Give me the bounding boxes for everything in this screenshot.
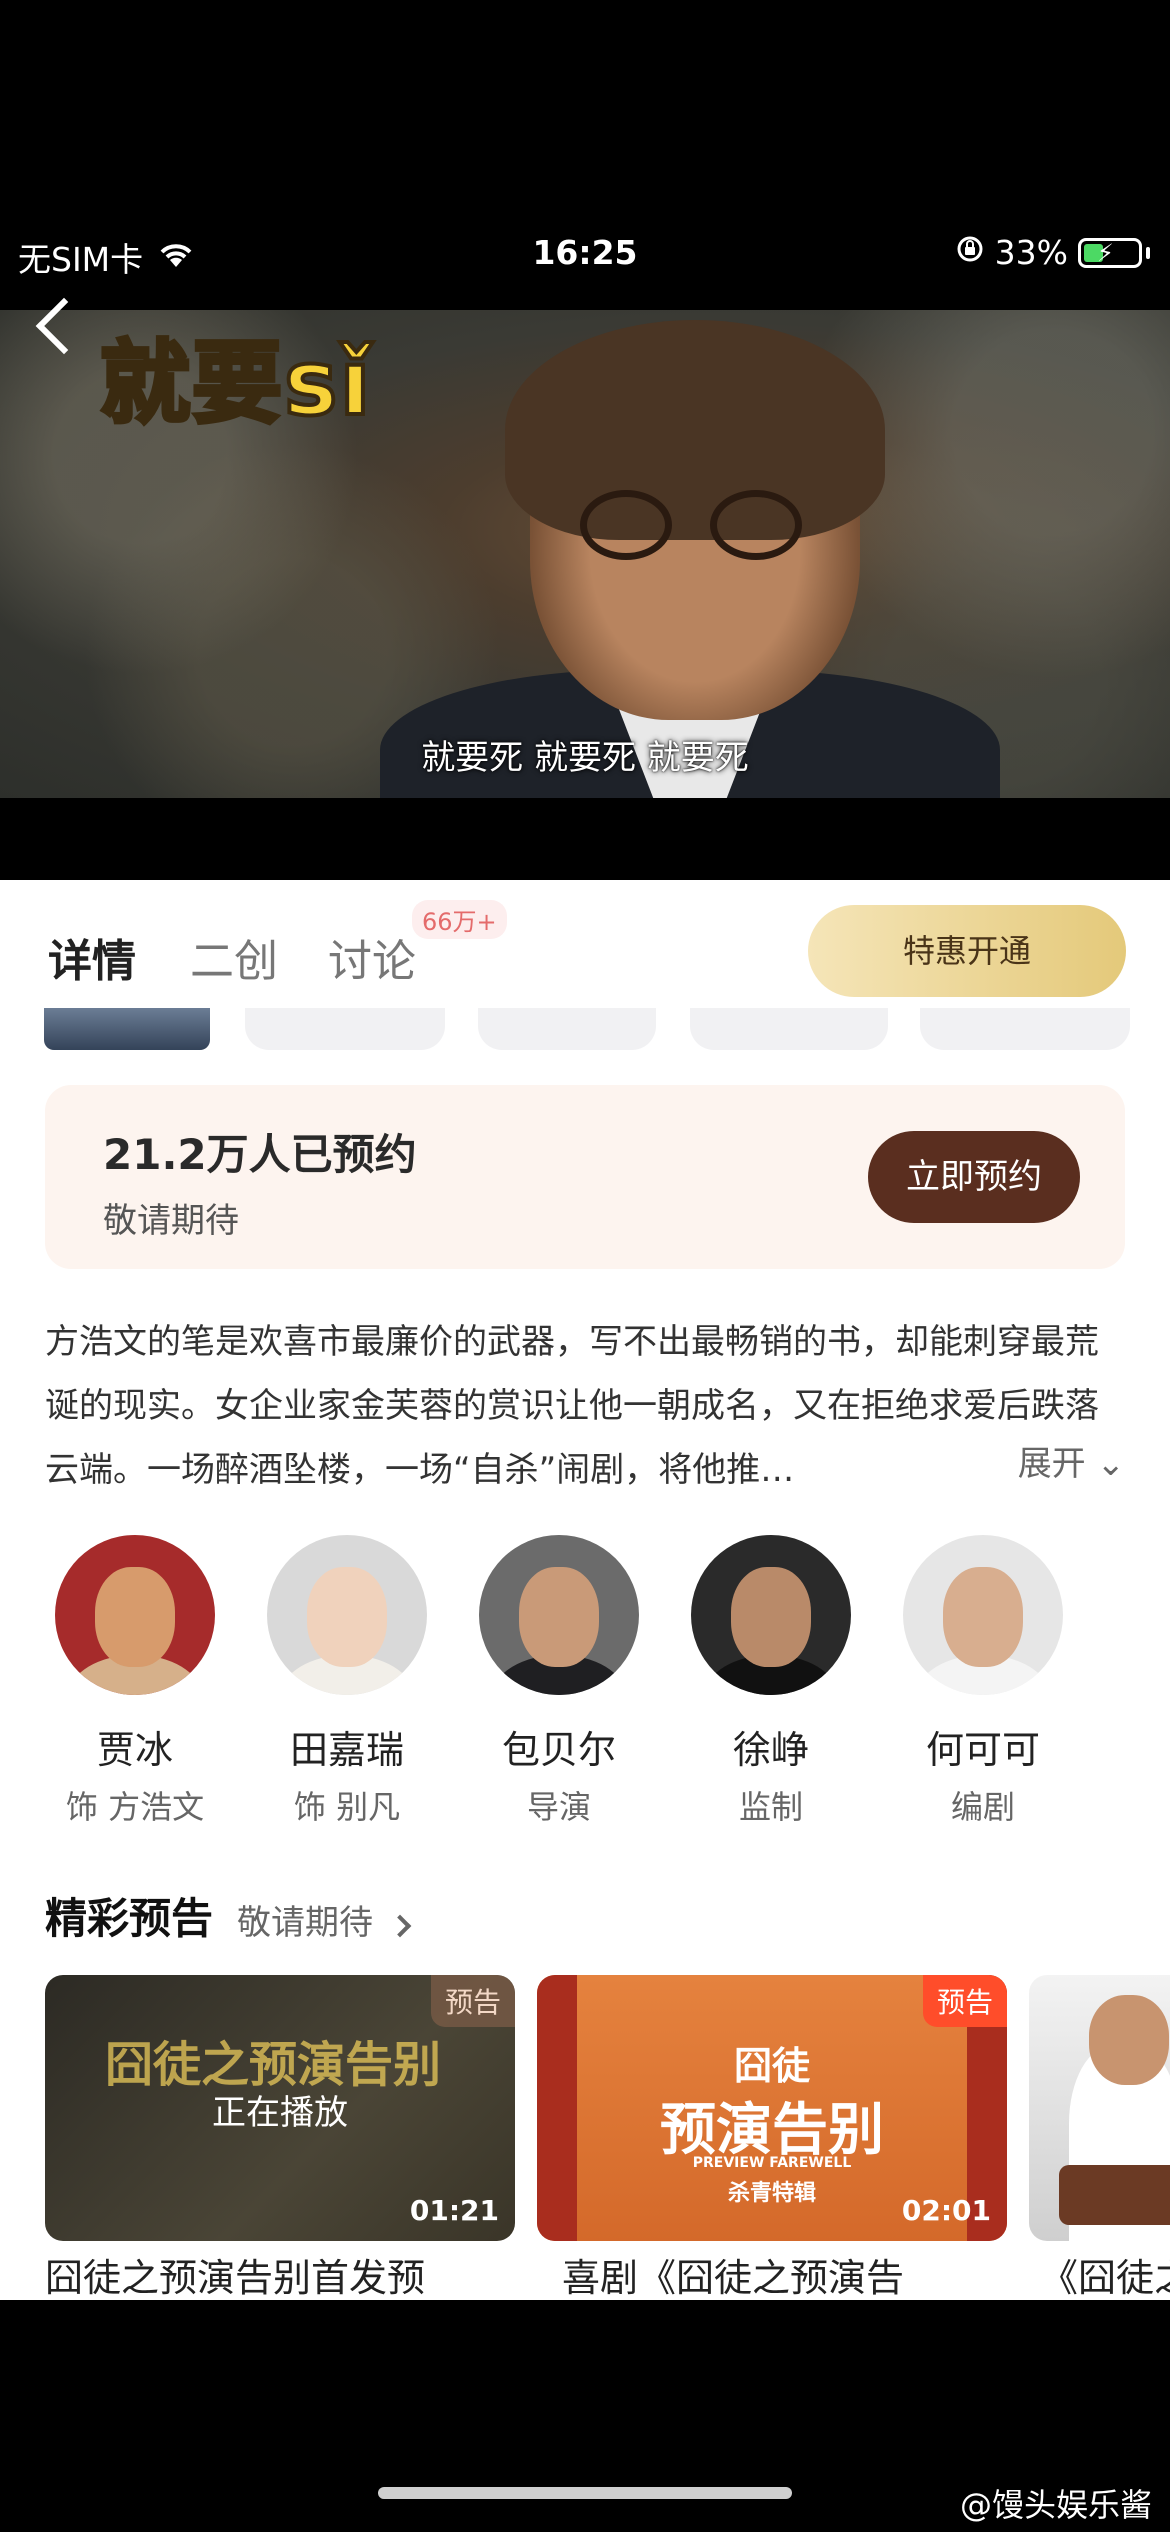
detail-panel: 详情 二创 讨论 66万+ 特惠开通 21.2万人已预约 敬请期待 立即预约 方… [0,880,1170,2300]
tag-chip[interactable] [478,1008,656,1050]
reserve-now-button[interactable]: 立即预约 [868,1131,1080,1223]
chevron-down-icon: ⌄ [1096,1444,1126,1484]
trailer-caption[interactable]: 囧徒之预演告别首发预 [45,2247,425,2300]
home-indicator[interactable] [378,2487,792,2499]
synopsis-text: 方浩文的笔是欢喜市最廉价的武器，写不出最畅销的书，却能刺穿最荒诞的现实。女企业家… [45,1322,1099,1490]
trailer-art-en: PREVIEW FAREWELL [692,2155,852,2171]
expand-button[interactable]: 展开 ⌄ [1001,1436,1126,1485]
section-more-link[interactable]: 敬请期待 [237,1895,412,1944]
cast-role: 导演 [526,1788,591,1826]
avatar [479,1535,639,1695]
reservation-count: 21.2万人已预约 [103,1130,417,1179]
vip-subscribe-button[interactable]: 特惠开通 [808,905,1126,997]
trailer-art-main: 预演告别 [660,2098,884,2163]
trailer-badge: 预告 [922,1975,1007,2027]
video-player[interactable]: 就要sǐ 就要死 就要死 就要死 [0,310,1170,798]
chevron-right-icon [388,1914,412,1938]
video-subtitle: 就要死 就要死 就要死 [421,738,749,778]
cast-role: 饰 方浩文 [65,1788,205,1826]
tab-details[interactable]: 详情 [48,925,136,989]
trailer-caption[interactable]: 喜剧《囧徒之预演告 [562,2247,904,2300]
cast-member[interactable]: 徐峥 监制 [681,1535,861,1828]
cast-role: 监制 [738,1788,803,1826]
cast-member[interactable]: 贾冰 饰 方浩文 [45,1535,225,1828]
tag-chip[interactable] [920,1008,1130,1050]
trailer-carousel[interactable]: 囧徒之预演告别 正在播放 预告 01:21 囧徒之预演告别首发预 囧徒 预演告别… [0,1975,1170,2300]
status-right: 33% ⚡ [955,233,1150,272]
cast-member[interactable]: 包贝尔 导演 [469,1535,649,1828]
cast-role: 编剧 [950,1788,1015,1826]
reservation-subtext: 敬请期待 [103,1201,239,1241]
section-title: 精彩预告 [45,1894,214,1943]
cast-role: 饰 别凡 [293,1788,401,1826]
avatar [903,1535,1063,1695]
discussion-count-badge: 66万+ [412,900,507,939]
section-subtitle: 敬请期待 [237,1903,373,1943]
trailer-card[interactable] [1029,1975,1170,2241]
cast-member[interactable]: 田嘉瑞 饰 别凡 [257,1535,437,1828]
rotation-lock-icon [955,233,985,272]
cast-name: 包贝尔 [501,1728,616,1772]
trailer-art-title: 囧徒 [733,2044,810,2088]
tab-discussion[interactable]: 讨论 [328,925,416,989]
battery-icon: ⚡ [1078,237,1142,268]
cast-name: 田嘉瑞 [289,1728,404,1772]
cast-member[interactable]: 何可可 编剧 [893,1535,1073,1828]
trailer-card[interactable]: 囧徒 预演告别 PREVIEW FAREWELL 杀青特辑 预告 02:01 [537,1975,1007,2241]
tab-bar: 详情 二创 讨论 66万+ 特惠开通 [0,880,1170,1020]
cast-name: 贾冰 [96,1728,173,1772]
video-title-overlay: 就要sǐ [98,329,373,438]
expand-label: 展开 [1017,1444,1086,1484]
avatar [267,1535,427,1695]
trailer-card[interactable]: 囧徒之预演告别 正在播放 预告 01:21 [45,1975,515,2241]
cast-list: 贾冰 饰 方浩文 田嘉瑞 饰 别凡 包贝尔 导演 徐峥 监制 何可可 编剧 [45,1535,1145,1826]
cast-name: 徐峥 [732,1728,809,1772]
reservation-card: 21.2万人已预约 敬请期待 立即预约 [45,1085,1125,1269]
tag-chip[interactable] [245,1008,445,1050]
now-playing-label: 正在播放 [212,2093,348,2133]
trailer-badge: 预告 [430,1975,515,2027]
tab-derivative[interactable]: 二创 [190,925,278,989]
trailer-duration: 01:21 [409,2194,499,2227]
trailer-caption[interactable]: 《囧徒之 [1040,2247,1170,2300]
tag-chip[interactable] [690,1008,888,1050]
battery-percent: 33% [994,233,1068,272]
cast-name: 何可可 [925,1728,1040,1772]
episode-thumbnail[interactable] [44,1008,210,1050]
avatar [691,1535,851,1695]
avatar [55,1535,215,1695]
trailer-duration: 02:01 [901,2194,991,2227]
watermark: @馒头娱乐酱 [959,2486,1152,2524]
status-bar: 无SIM卡 16:25 33% ⚡ [0,215,1170,295]
